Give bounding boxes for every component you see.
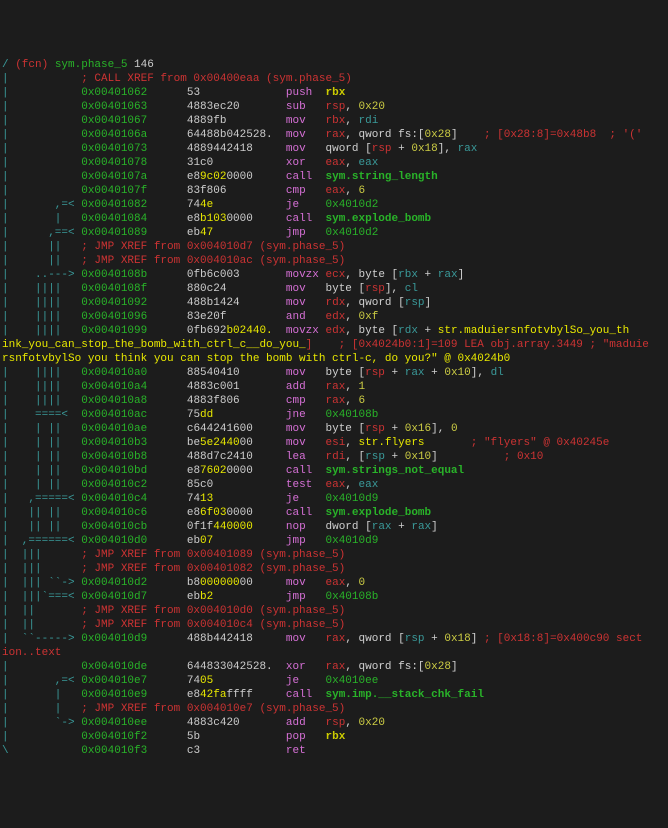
asm-row[interactable]: | ||| ``-> 0x004010d2 b800000000 mov eax… [2, 576, 666, 590]
asm-row[interactable]: | 0x0040107f 83f806 cmp eax, 6 [2, 184, 666, 198]
asm-row[interactable]: | 0x004010de 644833042528. xor rax, qwor… [2, 660, 666, 674]
asm-row[interactable]: | |||| 0x0040108f 880c24 mov byte [rsp],… [2, 282, 666, 296]
asm-row[interactable]: | ..---> 0x0040108b 0fb6c003 movzx ecx, … [2, 268, 666, 282]
asm-row[interactable]: | 0x00401063 4883ec20 sub rsp, 0x20 [2, 100, 666, 114]
asm-row[interactable]: | 0x0040107a e89c020000 call sym.string_… [2, 170, 666, 184]
asm-row[interactable]: | 0x004010f2 5b pop rbx [2, 730, 666, 744]
asm-row[interactable]: | `-> 0x004010ee 4883c420 add rsp, 0x20 [2, 716, 666, 730]
asm-row[interactable]: | ====< 0x004010ac 75dd jne 0x40108b [2, 408, 666, 422]
asm-row[interactable]: | ``-----> 0x004010d9 488b442418 mov rax… [2, 632, 666, 646]
asm-row[interactable]: | | || 0x004010ae c644241600 mov byte [r… [2, 422, 666, 436]
asm-row[interactable]: | |||| 0x004010a4 4883c001 add rax, 1 [2, 380, 666, 394]
asm-row[interactable]: | | || 0x004010bd e876020000 call sym.st… [2, 464, 666, 478]
asm-row[interactable]: | ,======< 0x004010d0 eb07 jmp 0x4010d9 [2, 534, 666, 548]
asm-row[interactable]: | |||| 0x004010a8 4883f806 cmp rax, 6 [2, 394, 666, 408]
asm-row[interactable]: | | 0x00401084 e8b1030000 call sym.explo… [2, 212, 666, 226]
disassembly-view: { "chart_data": null, "lines": [ {"g":"/… [0, 0, 668, 652]
asm-row[interactable]: | | || 0x004010b3 be5e244000 mov esi, st… [2, 436, 666, 450]
asm-row[interactable]: | | || 0x004010b8 488d7c2410 lea rdi, [r… [2, 450, 666, 464]
asm-row[interactable]: | || || 0x004010c6 e86f030000 call sym.e… [2, 506, 666, 520]
asm-row[interactable]: | | || 0x004010c2 85c0 test eax, eax [2, 478, 666, 492]
asm-row[interactable]: | |||| 0x00401096 83e20f and edx, 0xf [2, 310, 666, 324]
asm-row[interactable]: | ,==< 0x00401089 eb47 jmp 0x4010d2 [2, 226, 666, 240]
asm-row[interactable]: | |||| 0x00401099 0fb692b02440. movzx ed… [2, 324, 666, 338]
asm-row[interactable]: | |||`===< 0x004010d7 ebb2 jmp 0x40108b [2, 590, 666, 604]
asm-row[interactable]: | | 0x004010e9 e842faffff call sym.imp._… [2, 688, 666, 702]
code-container[interactable]: / (fcn) sym.phase_5 146| ; CALL XREF fro… [2, 58, 666, 758]
asm-row[interactable]: | 0x00401073 4889442418 mov qword [rsp +… [2, 142, 666, 156]
asm-row[interactable]: | ,=< 0x004010e7 7405 je 0x4010ee [2, 674, 666, 688]
asm-row[interactable]: | |||| 0x00401092 488b1424 mov rdx, qwor… [2, 296, 666, 310]
asm-row[interactable]: | |||| 0x004010a0 88540410 mov byte [rsp… [2, 366, 666, 380]
asm-row[interactable]: | 0x0040106a 64488b042528. mov rax, qwor… [2, 128, 666, 142]
asm-row[interactable]: | 0x00401078 31c0 xor eax, eax [2, 156, 666, 170]
asm-row[interactable]: | || || 0x004010cb 0f1f440000 nop dword … [2, 520, 666, 534]
asm-row[interactable]: | 0x00401062 53 push rbx [2, 86, 666, 100]
asm-row[interactable]: | ,=< 0x00401082 744e je 0x4010d2 [2, 198, 666, 212]
asm-row[interactable]: \ 0x004010f3 c3 ret [2, 744, 666, 758]
asm-row[interactable]: | 0x00401067 4889fb mov rbx, rdi [2, 114, 666, 128]
asm-row[interactable]: | ,=====< 0x004010c4 7413 je 0x4010d9 [2, 492, 666, 506]
